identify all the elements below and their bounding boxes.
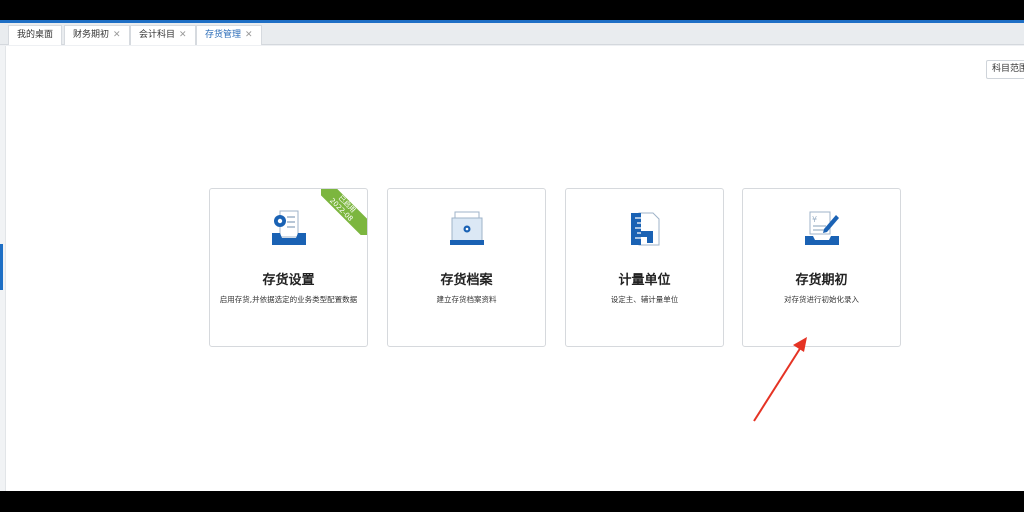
svg-text:¥: ¥ [812, 215, 817, 224]
card-inventory-opening[interactable]: ¥ 存货期初 对存货进行初始化录入 [742, 188, 901, 347]
ribbon-badge: 已启用 2022-08 [321, 189, 367, 235]
card-title: 存货期初 [795, 273, 848, 288]
ruler-document-icon [631, 212, 660, 246]
screen-bottom-bar [0, 491, 1024, 512]
tab-accounting-subjects[interactable]: 会计科目 ✕ [130, 25, 196, 45]
tab-my-desktop[interactable]: 我的桌面 [8, 25, 63, 45]
card-title: 存货档案 [440, 273, 493, 288]
edit-tray-icon: ¥ [805, 211, 839, 245]
sidebar-active-marker [0, 244, 3, 290]
card-description: 对存货进行初始化录入 [784, 295, 859, 304]
tab-label: 财务期初 [73, 30, 110, 40]
card-title: 计量单位 [618, 273, 671, 288]
archive-box-icon [450, 211, 484, 245]
screen-top-bar [0, 0, 1024, 20]
subject-range-button[interactable]: 科目范围 [986, 60, 1024, 79]
card-inventory-settings[interactable]: 存货设置 启用存货,并依据选定的业务类型配置数据 已启用 2022-08 [209, 188, 368, 347]
tab-financial-opening[interactable]: 财务期初 ✕ [64, 25, 130, 45]
tab-bar: 我的桌面 财务期初 ✕ 会计科目 ✕ 存货管理 ✕ [0, 23, 1024, 45]
close-icon[interactable]: ✕ [179, 30, 187, 40]
close-icon[interactable]: ✕ [245, 30, 253, 40]
subject-range-label: 科目范围 [992, 64, 1024, 74]
card-description: 启用存货,并依据选定的业务类型配置数据 [219, 295, 358, 304]
tab-label: 会计科目 [139, 30, 176, 40]
tab-label: 存货管理 [205, 30, 242, 40]
card-description: 建立存货档案资料 [436, 295, 497, 304]
enabled-ribbon: 已启用 2022-08 [321, 189, 367, 235]
settings-tray-icon [272, 210, 306, 245]
close-icon[interactable]: ✕ [113, 30, 121, 40]
card-title: 存货设置 [262, 273, 315, 288]
card-description: 设定主、辅计量单位 [610, 295, 679, 304]
card-inventory-archive[interactable]: 存货档案 建立存货档案资料 [387, 188, 546, 347]
tab-label: 我的桌面 [17, 30, 54, 40]
card-measurement-units[interactable]: 计量单位 设定主、辅计量单位 [565, 188, 724, 347]
tab-inventory-management[interactable]: 存货管理 ✕ [196, 25, 262, 45]
